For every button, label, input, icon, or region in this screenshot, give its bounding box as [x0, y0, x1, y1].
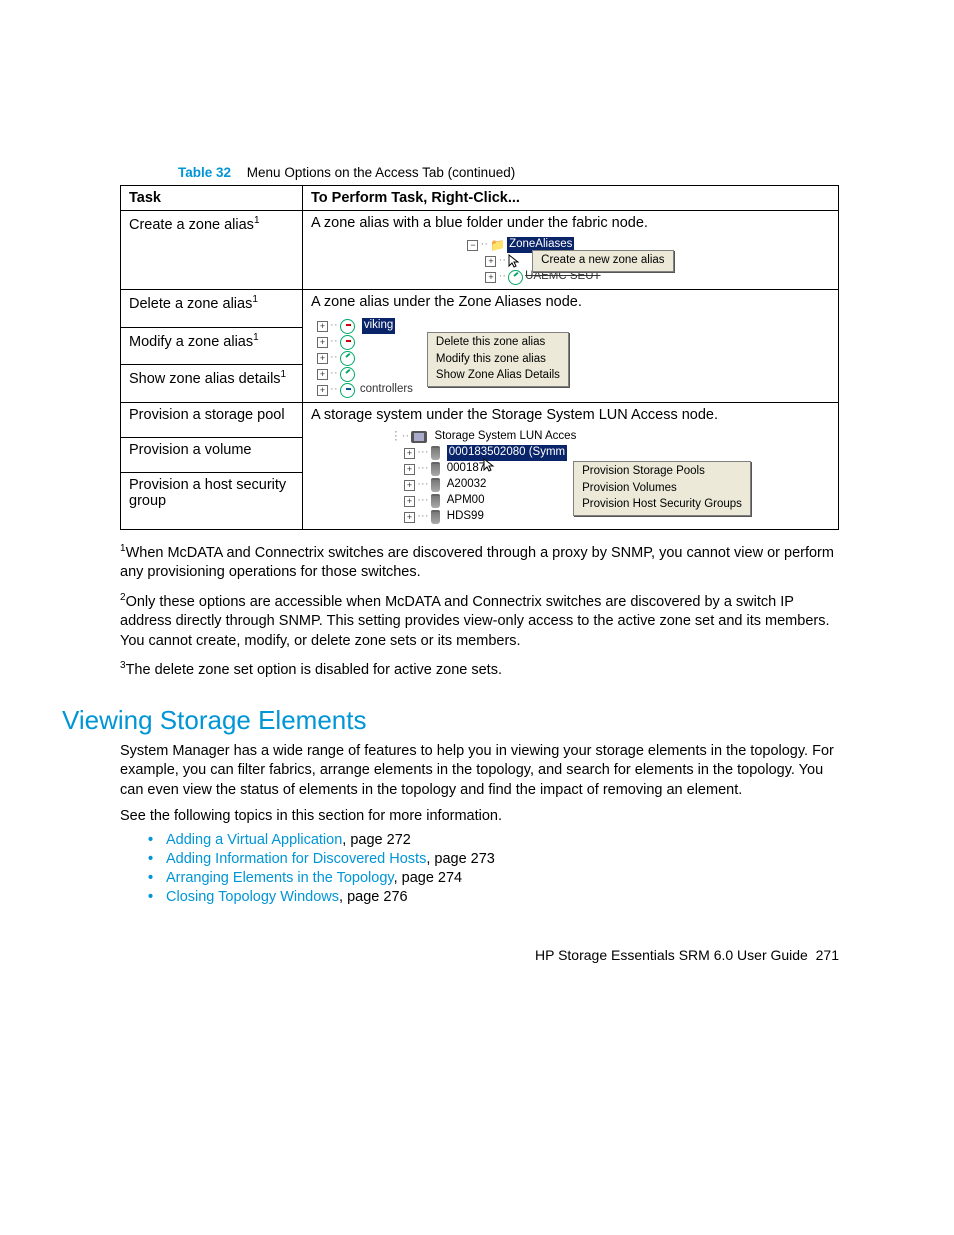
footnote-2: 2Only these options are accessible when … [120, 591, 839, 652]
footnote-3: 3The delete zone set option is disabled … [120, 659, 839, 680]
tree-lun-root: Storage System LUN Acces [434, 429, 576, 445]
storage-icon [431, 494, 440, 508]
expand-icon: + [485, 272, 496, 283]
tree-row: +··· 000187 [404, 461, 567, 477]
expand-icon: + [317, 369, 328, 380]
desc-zone-alias-actions: A zone alias under the Zone Aliases node… [311, 294, 830, 310]
section-heading: Viewing Storage Elements [62, 705, 839, 736]
expand-icon: + [485, 256, 496, 267]
context-menu: Provision Storage Pools Provision Volume… [573, 461, 751, 516]
cursor-icon [483, 458, 495, 472]
list-item: Adding a Virtual Application, page 272 [148, 832, 839, 848]
system-icon [411, 431, 427, 443]
context-menu-item[interactable]: Create a new zone alias [532, 250, 673, 272]
cell-create-zone-alias: A zone alias with a blue folder under th… [303, 211, 839, 290]
desc-create-zone-alias: A zone alias with a blue folder under th… [311, 215, 830, 231]
footer-doc-title: HP Storage Essentials SRM 6.0 User Guide [535, 947, 808, 963]
table-number: Table 32 [178, 165, 231, 180]
task-delete-zone-alias: Delete a zone alias1 [121, 290, 303, 328]
tree-row: ⋮·· Storage System LUN Acces [390, 429, 751, 445]
tree-row: +··· A20032 [404, 477, 567, 493]
folder-icon: 📁 [490, 237, 505, 253]
context-menu-item[interactable]: Show Zone Alias Details [436, 368, 560, 384]
footnote-1: 1When McDATA and Connectrix switches are… [120, 542, 839, 583]
link-add-info-hosts[interactable]: Adding Information for Discovered Hosts [166, 851, 426, 867]
storage-icon [431, 446, 440, 460]
context-menu-item[interactable]: Delete this zone alias [436, 335, 560, 351]
list-item: Closing Topology Windows, page 276 [148, 889, 839, 905]
alias-icon [340, 383, 355, 398]
tree-sel-storage: 000183502080 (Symm [447, 445, 567, 461]
context-menu-item[interactable]: Modify this zone alias [436, 352, 560, 368]
link-closing-topology[interactable]: Closing Topology Windows [166, 889, 339, 905]
task-show-zone-alias: Show zone alias details1 [121, 365, 303, 403]
tree-row: +·· Create a new zone alias [485, 253, 673, 269]
alias-icon [508, 270, 523, 285]
task-provision-volume: Provision a volume [121, 437, 303, 472]
tree-row: +··· HDS99 [404, 509, 567, 525]
storage-icon [431, 510, 440, 524]
list-item: Adding Information for Discovered Hosts,… [148, 851, 839, 867]
cell-provision: A storage system under the Storage Syste… [303, 403, 839, 530]
list-item: Arranging Elements in the Topology, page… [148, 870, 839, 886]
expand-icon: + [317, 385, 328, 396]
desc-provision: A storage system under the Storage Syste… [311, 407, 830, 423]
expand-icon: + [404, 448, 415, 459]
access-table: Task To Perform Task, Right-Click... Cre… [120, 185, 839, 530]
context-menu-item[interactable]: Provision Host Security Groups [582, 497, 742, 513]
th-perform: To Perform Task, Right-Click... [303, 186, 839, 211]
expand-icon: + [404, 480, 415, 491]
task-provision-hsg: Provision a host security group [121, 472, 303, 529]
context-menu-item[interactable]: Provision Storage Pools [582, 464, 742, 480]
tree-row: +·· controllers [317, 382, 413, 398]
task-provision-pool: Provision a storage pool [121, 403, 303, 438]
section-para-2: See the following topics in this section… [120, 807, 839, 827]
th-task: Task [121, 186, 303, 211]
context-menu: Delete this zone alias Modify this zone … [427, 332, 569, 387]
tree-row: +·· [317, 334, 413, 350]
tree-row: +·· [317, 350, 413, 366]
alias-icon [340, 335, 355, 350]
tree-row: +·· viking [317, 318, 413, 334]
alias-icon [340, 319, 355, 334]
collapse-icon: − [467, 240, 478, 251]
section-para-1: System Manager has a wide range of featu… [120, 742, 839, 801]
cursor-icon [508, 254, 524, 268]
cell-zone-alias-actions: A zone alias under the Zone Aliases node… [303, 290, 839, 403]
table-caption-text: Menu Options on the Access Tab (continue… [247, 165, 515, 180]
expand-icon: + [317, 321, 328, 332]
task-create-zone-alias: Create a zone alias1 [121, 211, 303, 290]
expand-icon: + [317, 337, 328, 348]
task-modify-zone-alias: Modify a zone alias1 [121, 327, 303, 365]
alias-icon [340, 367, 355, 382]
tree-row: +··· APM00 [404, 493, 567, 509]
link-arranging-elements[interactable]: Arranging Elements in the Topology [166, 870, 394, 886]
page-footer: HP Storage Essentials SRM 6.0 User Guide… [120, 947, 839, 963]
topic-list: Adding a Virtual Application, page 272 A… [148, 832, 839, 905]
table-caption: Table 32 Menu Options on the Access Tab … [178, 165, 839, 180]
link-add-virtual-app[interactable]: Adding a Virtual Application [166, 832, 342, 848]
expand-icon: + [317, 353, 328, 364]
alias-icon [340, 351, 355, 366]
storage-icon [431, 478, 440, 492]
tree-row: +·· [317, 366, 413, 382]
expand-icon: + [404, 496, 415, 507]
expand-icon: + [404, 512, 415, 523]
context-menu-item[interactable]: Provision Volumes [582, 481, 742, 497]
tree-viking: viking [362, 318, 395, 334]
footer-page-num: 271 [816, 947, 839, 963]
expand-icon: + [404, 464, 415, 475]
storage-icon [431, 462, 440, 476]
